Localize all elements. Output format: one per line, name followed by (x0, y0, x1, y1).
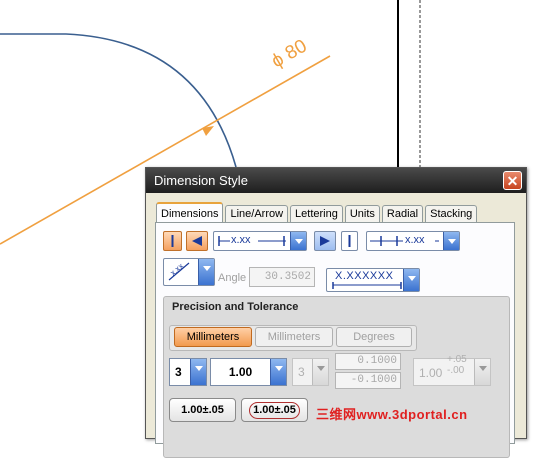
arrow-left-icon (192, 236, 202, 246)
precision-tolerance-title: Precision and Tolerance (172, 301, 299, 313)
tolerance-decimals-value: 3 (298, 365, 305, 379)
text-placement-icon (218, 236, 286, 247)
text-placement-right-dropdown[interactable]: x.xx (366, 231, 460, 251)
tab-units[interactable]: Units (344, 205, 380, 222)
tolerance-style-label-2: 1.00±.05 (249, 402, 300, 419)
nominal-value-dropdown[interactable]: 1.00 (210, 358, 287, 386)
tab-strip: Dimensions Line/Arrow Lettering Units Ra… (156, 202, 479, 222)
tolerance-style-button-2[interactable]: 1.00±.05 (241, 398, 308, 422)
angled-text-icon: x.xx (169, 261, 190, 281)
chevron-down-icon (443, 232, 459, 250)
tolerance-preview-upper: +.05 (447, 354, 467, 365)
chevron-down-icon (312, 359, 328, 385)
chevron-down-icon (198, 259, 214, 285)
chevron-down-icon (190, 359, 206, 385)
dialog-title: Dimension Style (154, 173, 248, 188)
dimension-line-icon (332, 282, 402, 289)
extension-line-icon (348, 235, 351, 247)
tab-stacking[interactable]: Stacking (425, 205, 478, 222)
tab-radial[interactable]: Radial (381, 205, 424, 222)
arrow-right-toggle[interactable] (314, 231, 336, 251)
dimension-style-dialog: Dimension Style ✕ Dimensions Line/Arrow … (145, 167, 527, 458)
tolerance-preview-dropdown[interactable]: 1.00 +.05 -.00 (413, 354, 491, 386)
tab-dimensions[interactable]: Dimensions (156, 202, 224, 222)
close-icon: ✕ (506, 173, 519, 189)
tolerance-decimals-dropdown[interactable]: 3 (292, 358, 329, 386)
precision-tolerance-group: Precision and Tolerance Millimeters Mill… (163, 296, 510, 458)
tolerance-style-label-1: 1.00±.05 (181, 404, 224, 416)
tolerance-style-button-1[interactable]: 1.00±.05 (169, 398, 236, 422)
tolerance-preview-base: 1.00 (419, 366, 443, 380)
extension-line-left-toggle[interactable] (163, 231, 182, 251)
chevron-down-icon (290, 232, 306, 250)
lower-tolerance-input[interactable]: -0.1000 (335, 372, 401, 389)
chevron-down-icon (270, 359, 286, 385)
decimal-places-dropdown[interactable]: 3 (169, 358, 207, 386)
chevron-down-icon (474, 359, 490, 385)
chevron-down-icon (403, 269, 419, 291)
text-orientation-dropdown[interactable]: x.xx (163, 258, 215, 286)
upper-tolerance-input[interactable]: 0.1000 (335, 353, 401, 370)
watermark: 三维网www.3dportal.cn (316, 407, 468, 422)
dialog-titlebar[interactable]: Dimension Style ✕ (146, 168, 526, 193)
unit-millimeters-alt-button[interactable]: Millimeters (255, 327, 333, 347)
tab-lettering[interactable]: Lettering (290, 205, 343, 222)
svg-text:x.xx: x.xx (169, 261, 186, 277)
angle-input[interactable]: 30.3502 (249, 267, 315, 287)
arrow-right-icon (320, 236, 330, 246)
extension-line-icon (171, 235, 174, 247)
unit-degrees-button[interactable]: Degrees (336, 327, 412, 347)
angle-label: Angle (218, 272, 247, 284)
decimal-places-value: 3 (175, 365, 182, 379)
nominal-value: 1.00 (228, 365, 253, 379)
text-placement-left-text: x.xx (231, 234, 251, 246)
extension-line-right-toggle[interactable] (341, 231, 358, 251)
tolerance-preview-lower: -.00 (447, 365, 465, 376)
text-placement-right-text: x.xx (405, 234, 425, 246)
close-button[interactable]: ✕ (503, 171, 522, 190)
unit-millimeters-button[interactable]: Millimeters (174, 327, 252, 347)
text-style-dropdown[interactable]: X.XXXXXX (326, 268, 420, 292)
arrow-left-toggle[interactable] (186, 231, 208, 251)
text-placement-left-dropdown[interactable]: x.xx (213, 231, 307, 251)
tab-line-arrow[interactable]: Line/Arrow (225, 205, 289, 222)
